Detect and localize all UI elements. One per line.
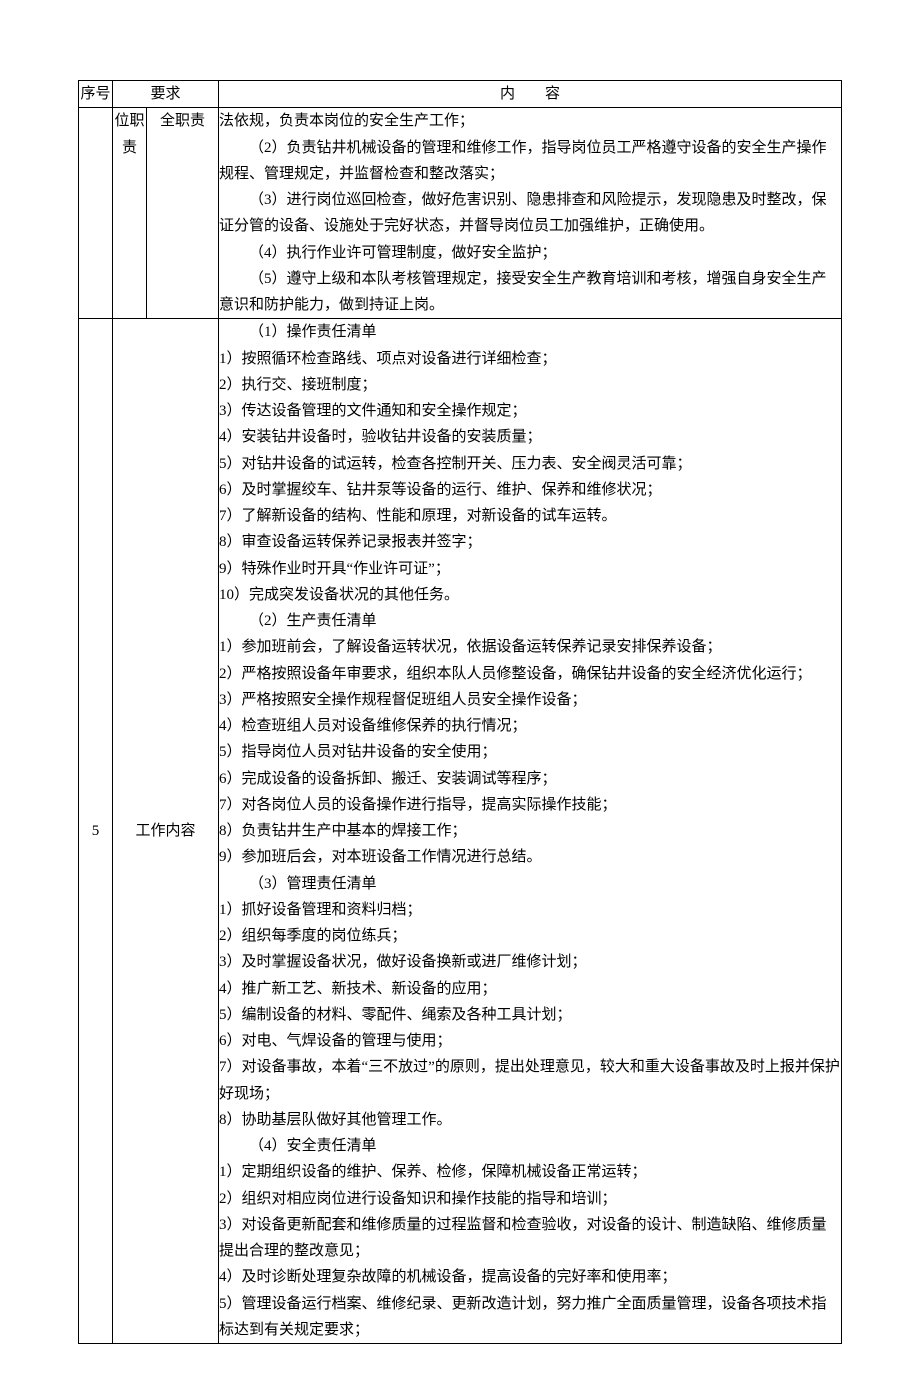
cell-content-4: 法依规，负责本岗位的安全生产工作；（2）负责钻井机械设备的管理和维修工作，指导岗… bbox=[219, 108, 842, 319]
content-line: 2）组织每季度的岗位练兵； bbox=[219, 923, 841, 949]
content-line: 6）完成设备的设备拆卸、搬迁、安装调试等程序； bbox=[219, 766, 841, 792]
content-line: 4）检查班组人员对设备维修保养的执行情况； bbox=[219, 713, 841, 739]
content-line: 8）协助基层队做好其他管理工作。 bbox=[219, 1107, 841, 1133]
content-line: 4）安装钻井设备时，验收钻井设备的安装质量； bbox=[219, 424, 841, 450]
cell-content-5: （1）操作责任清单1）按照循环检查路线、项点对设备进行详细检查；2）执行交、接班… bbox=[219, 319, 842, 1344]
content-line: 5）指导岗位人员对钻井设备的安全使用； bbox=[219, 739, 841, 765]
cell-seq-5: 5 bbox=[79, 319, 113, 1344]
content-line: （5）遵守上级和本队考核管理规定，接受安全生产教育培训和考核，增强自身安全生产意… bbox=[219, 266, 841, 319]
content-line: 8）负责钻井生产中基本的焊接工作； bbox=[219, 818, 841, 844]
header-seq: 序号 bbox=[79, 81, 113, 108]
table-row: 5 工作内容 （1）操作责任清单1）按照循环检查路线、项点对设备进行详细检查；2… bbox=[79, 319, 842, 1344]
content-line: 9）参加班后会，对本班设备工作情况进行总结。 bbox=[219, 844, 841, 870]
content-line: （4）执行作业许可管理制度，做好安全监护； bbox=[219, 240, 841, 266]
req-5-text: 工作内容 bbox=[136, 823, 196, 839]
content-line: 2）执行交、接班制度； bbox=[219, 372, 841, 398]
content-line: （3）管理责任清单 bbox=[219, 871, 841, 897]
content-line: 6）及时掌握绞车、钻井泵等设备的运行、维护、保养和维修状况； bbox=[219, 477, 841, 503]
content-line: 9）特殊作业时开具“作业许可证”； bbox=[219, 556, 841, 582]
content-line: （1）操作责任清单 bbox=[219, 319, 841, 345]
content-line: 4）推广新工艺、新技术、新设备的应用； bbox=[219, 976, 841, 1002]
content-line: 6）对电、气焊设备的管理与使用； bbox=[219, 1028, 841, 1054]
content-line: （4）安全责任清单 bbox=[219, 1133, 841, 1159]
req-4a-text: 位职责 bbox=[114, 113, 144, 155]
content-line: （2）生产责任清单 bbox=[219, 608, 841, 634]
content-line: 3）传达设备管理的文件通知和安全操作规定； bbox=[219, 398, 841, 424]
seq-5-text: 5 bbox=[92, 823, 100, 839]
content-line: 3）及时掌握设备状况，做好设备换新或进厂维修计划； bbox=[219, 949, 841, 975]
header-content: 内 容 bbox=[219, 81, 842, 108]
content-line: 3）对设备更新配套和维修质量的过程监督和检查验收，对设备的设计、制造缺陷、维修质… bbox=[219, 1212, 841, 1265]
cell-req-4b: 全职责 bbox=[147, 108, 219, 319]
content-line: 2）严格按照设备年审要求，组织本队人员修整设备，确保钻井设备的安全经济优化运行； bbox=[219, 661, 841, 687]
content-line: 1）按照循环检查路线、项点对设备进行详细检查； bbox=[219, 346, 841, 372]
content-line: 2）组织对相应岗位进行设备知识和操作技能的指导和培训； bbox=[219, 1186, 841, 1212]
content-line: 10）完成突发设备状况的其他任务。 bbox=[219, 582, 841, 608]
content-line: 5）对钻井设备的试运转，检查各控制开关、压力表、安全阀灵活可靠； bbox=[219, 451, 841, 477]
req-4b-text: 全职责 bbox=[160, 113, 205, 129]
document-page: 序号 要求 内 容 位职责 全职责 法依规，负责本岗位的安全生产工作；（2）负责… bbox=[0, 0, 920, 1384]
content-line: 法依规，负责本岗位的安全生产工作； bbox=[219, 108, 841, 134]
cell-seq-4 bbox=[79, 108, 113, 319]
table-row: 位职责 全职责 法依规，负责本岗位的安全生产工作；（2）负责钻井机械设备的管理和… bbox=[79, 108, 842, 319]
content-line: 1）定期组织设备的维护、保养、检修，保障机械设备正常运转； bbox=[219, 1159, 841, 1185]
content-line: （2）负责钻井机械设备的管理和维修工作，指导岗位员工严格遵守设备的安全生产操作规… bbox=[219, 135, 841, 188]
content-line: 7）对设备事故，本着“三不放过”的原则，提出处理意见，较大和重大设备事故及时上报… bbox=[219, 1054, 841, 1107]
content-line: 7）了解新设备的结构、性能和原理，对新设备的试车运转。 bbox=[219, 503, 841, 529]
responsibilities-table: 序号 要求 内 容 位职责 全职责 法依规，负责本岗位的安全生产工作；（2）负责… bbox=[78, 80, 842, 1344]
content-line: 5）管理设备运行档案、维修纪录、更新改造计划，努力推广全面质量管理，设备各项技术… bbox=[219, 1291, 841, 1344]
content-line: 1）参加班前会，了解设备运转状况，依据设备运转保养记录安排保养设备； bbox=[219, 634, 841, 660]
table-header-row: 序号 要求 内 容 bbox=[79, 81, 842, 108]
content-line: 5）编制设备的材料、零配件、绳索及各种工具计划； bbox=[219, 1002, 841, 1028]
content-line: 7）对各岗位人员的设备操作进行指导，提高实际操作技能； bbox=[219, 792, 841, 818]
content-line: 3）严格按照安全操作规程督促班组人员安全操作设备； bbox=[219, 687, 841, 713]
header-req: 要求 bbox=[113, 81, 219, 108]
content-line: 8）审查设备运转保养记录报表并签字； bbox=[219, 529, 841, 555]
cell-req-5: 工作内容 bbox=[113, 319, 219, 1344]
content-line: 1）抓好设备管理和资料归档； bbox=[219, 897, 841, 923]
cell-req-4a: 位职责 bbox=[113, 108, 147, 319]
content-line: 4）及时诊断处理复杂故障的机械设备，提高设备的完好率和使用率； bbox=[219, 1264, 841, 1290]
content-line: （3）进行岗位巡回检查，做好危害识别、隐患排查和风险提示，发现隐患及时整改，保证… bbox=[219, 187, 841, 240]
